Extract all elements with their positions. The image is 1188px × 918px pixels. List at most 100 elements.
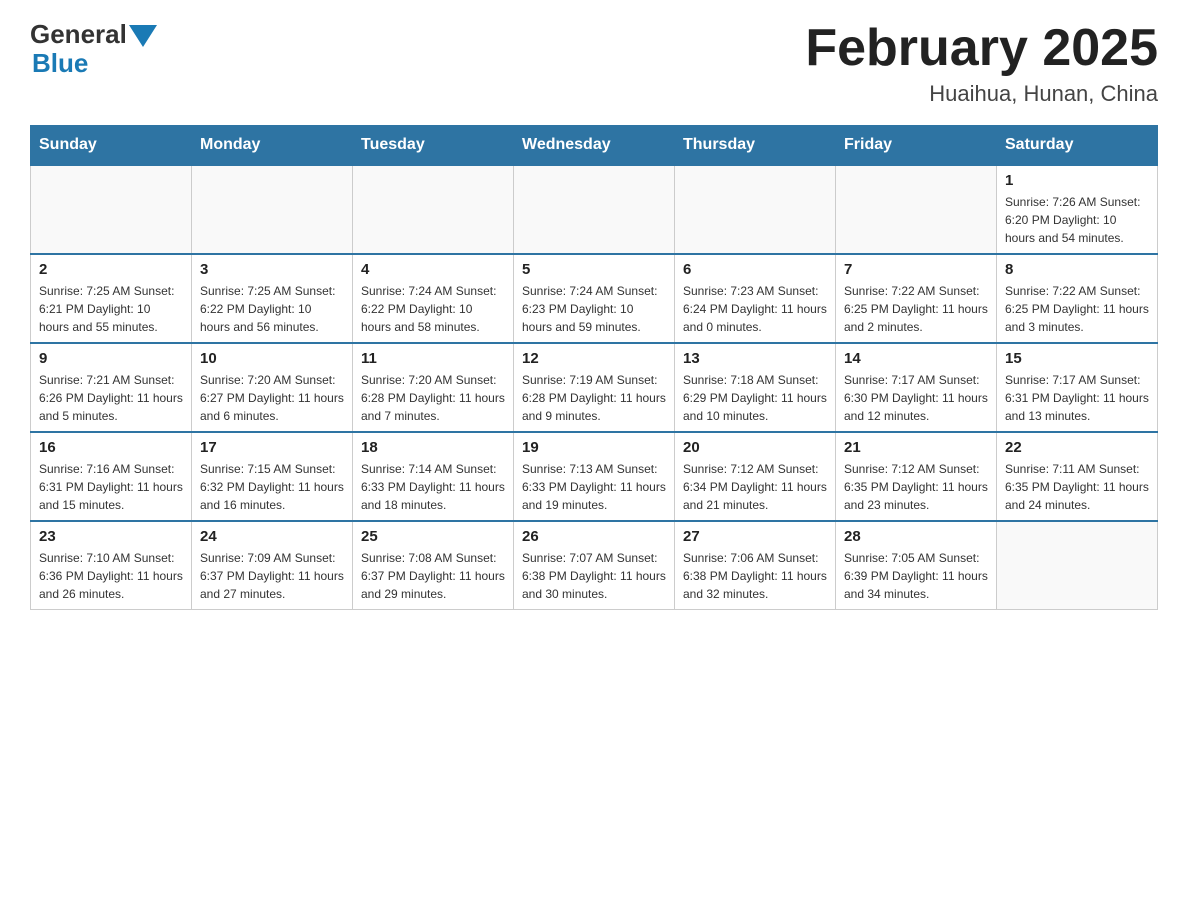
header-thursday: Thursday xyxy=(675,126,836,166)
calendar-cell: 13 Sunrise: 7:18 AM Sunset: 6:29 PM Dayli… xyxy=(675,343,836,432)
calendar-cell: 8Sunrise: 7:22 AM Sunset: 6:25 PM Daylig… xyxy=(997,254,1158,343)
day-number: 7 xyxy=(844,261,988,278)
header-saturday: Saturday xyxy=(997,126,1158,166)
calendar-cell: 24 Sunrise: 7:09 AM Sunset: 6:37 PM Dayli… xyxy=(192,521,353,610)
day-info: Sunrise: 7:24 AM Sunset: 6:23 PM Dayligh… xyxy=(522,282,666,336)
calendar-week-2: 9 Sunrise: 7:21 AM Sunset: 6:26 PM Daylig… xyxy=(31,343,1158,432)
day-number: 4 xyxy=(361,261,505,278)
calendar-cell: 21Sunrise: 7:12 AM Sunset: 6:35 PM Dayli… xyxy=(836,432,997,521)
calendar-cell xyxy=(675,165,836,254)
day-info: Sunrise: 7:08 AM Sunset: 6:37 PM Dayligh… xyxy=(361,549,505,603)
calendar-cell: 16 Sunrise: 7:16 AM Sunset: 6:31 PM Dayli… xyxy=(31,432,192,521)
day-number: 19 xyxy=(522,439,666,456)
calendar-cell: 1 Sunrise: 7:26 AM Sunset: 6:20 PM Daylig… xyxy=(997,165,1158,254)
calendar-cell xyxy=(997,521,1158,610)
header-sunday: Sunday xyxy=(31,126,192,166)
calendar-cell: 10 Sunrise: 7:20 AM Sunset: 6:27 PM Dayli… xyxy=(192,343,353,432)
day-info: Sunrise: 7:20 AM Sunset: 6:28 PM Dayligh… xyxy=(361,371,505,425)
calendar-cell: 14Sunrise: 7:17 AM Sunset: 6:30 PM Dayli… xyxy=(836,343,997,432)
day-info: Sunrise: 7:11 AM Sunset: 6:35 PM Dayligh… xyxy=(1005,460,1149,514)
day-number: 1 xyxy=(1005,172,1149,189)
day-number: 26 xyxy=(522,528,666,545)
calendar-cell: 23 Sunrise: 7:10 AM Sunset: 6:36 PM Dayli… xyxy=(31,521,192,610)
day-info: Sunrise: 7:24 AM Sunset: 6:22 PM Dayligh… xyxy=(361,282,505,336)
calendar-cell: 15 Sunrise: 7:17 AM Sunset: 6:31 PM Dayli… xyxy=(997,343,1158,432)
calendar-cell: 17 Sunrise: 7:15 AM Sunset: 6:32 PM Dayli… xyxy=(192,432,353,521)
day-number: 22 xyxy=(1005,439,1149,456)
calendar-cell: 25 Sunrise: 7:08 AM Sunset: 6:37 PM Dayli… xyxy=(353,521,514,610)
day-number: 28 xyxy=(844,528,988,545)
calendar-cell xyxy=(353,165,514,254)
day-number: 10 xyxy=(200,350,344,367)
calendar-cell: 7Sunrise: 7:22 AM Sunset: 6:25 PM Daylig… xyxy=(836,254,997,343)
day-number: 27 xyxy=(683,528,827,545)
header-friday: Friday xyxy=(836,126,997,166)
calendar-cell xyxy=(514,165,675,254)
calendar-cell: 2Sunrise: 7:25 AM Sunset: 6:21 PM Daylig… xyxy=(31,254,192,343)
logo-combined: General Blue xyxy=(30,20,157,77)
calendar-cell: 9 Sunrise: 7:21 AM Sunset: 6:26 PM Daylig… xyxy=(31,343,192,432)
day-info: Sunrise: 7:14 AM Sunset: 6:33 PM Dayligh… xyxy=(361,460,505,514)
calendar-week-1: 2Sunrise: 7:25 AM Sunset: 6:21 PM Daylig… xyxy=(31,254,1158,343)
day-number: 13 xyxy=(683,350,827,367)
day-info: Sunrise: 7:18 AM Sunset: 6:29 PM Dayligh… xyxy=(683,371,827,425)
calendar-week-0: 1 Sunrise: 7:26 AM Sunset: 6:20 PM Daylig… xyxy=(31,165,1158,254)
day-info: Sunrise: 7:19 AM Sunset: 6:28 PM Dayligh… xyxy=(522,371,666,425)
day-info: Sunrise: 7:13 AM Sunset: 6:33 PM Dayligh… xyxy=(522,460,666,514)
calendar-cell: 19 Sunrise: 7:13 AM Sunset: 6:33 PM Dayli… xyxy=(514,432,675,521)
day-number: 9 xyxy=(39,350,183,367)
logo-general-text: General xyxy=(30,20,127,49)
calendar-week-3: 16 Sunrise: 7:16 AM Sunset: 6:31 PM Dayli… xyxy=(31,432,1158,521)
calendar-subtitle: Huaihua, Hunan, China xyxy=(805,81,1158,107)
day-info: Sunrise: 7:26 AM Sunset: 6:20 PM Dayligh… xyxy=(1005,193,1149,247)
day-info: Sunrise: 7:10 AM Sunset: 6:36 PM Dayligh… xyxy=(39,549,183,603)
day-number: 16 xyxy=(39,439,183,456)
day-info: Sunrise: 7:20 AM Sunset: 6:27 PM Dayligh… xyxy=(200,371,344,425)
page-header: General Blue February 2025 Huaihua, Huna… xyxy=(30,20,1158,107)
calendar-cell: 4 Sunrise: 7:24 AM Sunset: 6:22 PM Daylig… xyxy=(353,254,514,343)
calendar-cell: 20Sunrise: 7:12 AM Sunset: 6:34 PM Dayli… xyxy=(675,432,836,521)
day-number: 17 xyxy=(200,439,344,456)
calendar-table: SundayMondayTuesdayWednesdayThursdayFrid… xyxy=(30,125,1158,610)
logo: General Blue xyxy=(30,20,157,77)
calendar-header-row: SundayMondayTuesdayWednesdayThursdayFrid… xyxy=(31,126,1158,166)
day-number: 20 xyxy=(683,439,827,456)
calendar-cell: 6 Sunrise: 7:23 AM Sunset: 6:24 PM Daylig… xyxy=(675,254,836,343)
day-info: Sunrise: 7:15 AM Sunset: 6:32 PM Dayligh… xyxy=(200,460,344,514)
calendar-title: February 2025 xyxy=(805,20,1158,77)
day-number: 12 xyxy=(522,350,666,367)
day-info: Sunrise: 7:17 AM Sunset: 6:30 PM Dayligh… xyxy=(844,371,988,425)
day-number: 24 xyxy=(200,528,344,545)
day-number: 15 xyxy=(1005,350,1149,367)
calendar-cell xyxy=(31,165,192,254)
logo-blue-text: Blue xyxy=(32,49,157,78)
day-number: 25 xyxy=(361,528,505,545)
calendar-cell xyxy=(192,165,353,254)
day-info: Sunrise: 7:21 AM Sunset: 6:26 PM Dayligh… xyxy=(39,371,183,425)
logo-row1: General xyxy=(30,20,157,49)
day-number: 2 xyxy=(39,261,183,278)
calendar-cell: 18Sunrise: 7:14 AM Sunset: 6:33 PM Dayli… xyxy=(353,432,514,521)
day-info: Sunrise: 7:07 AM Sunset: 6:38 PM Dayligh… xyxy=(522,549,666,603)
day-number: 5 xyxy=(522,261,666,278)
day-info: Sunrise: 7:12 AM Sunset: 6:35 PM Dayligh… xyxy=(844,460,988,514)
calendar-cell: 28 Sunrise: 7:05 AM Sunset: 6:39 PM Dayli… xyxy=(836,521,997,610)
header-tuesday: Tuesday xyxy=(353,126,514,166)
day-info: Sunrise: 7:23 AM Sunset: 6:24 PM Dayligh… xyxy=(683,282,827,336)
day-info: Sunrise: 7:25 AM Sunset: 6:22 PM Dayligh… xyxy=(200,282,344,336)
day-info: Sunrise: 7:06 AM Sunset: 6:38 PM Dayligh… xyxy=(683,549,827,603)
day-info: Sunrise: 7:05 AM Sunset: 6:39 PM Dayligh… xyxy=(844,549,988,603)
calendar-cell xyxy=(836,165,997,254)
day-number: 23 xyxy=(39,528,183,545)
day-number: 6 xyxy=(683,261,827,278)
day-info: Sunrise: 7:17 AM Sunset: 6:31 PM Dayligh… xyxy=(1005,371,1149,425)
header-monday: Monday xyxy=(192,126,353,166)
day-info: Sunrise: 7:16 AM Sunset: 6:31 PM Dayligh… xyxy=(39,460,183,514)
calendar-cell: 26 Sunrise: 7:07 AM Sunset: 6:38 PM Dayli… xyxy=(514,521,675,610)
logo-triangle-icon xyxy=(129,25,157,47)
day-info: Sunrise: 7:09 AM Sunset: 6:37 PM Dayligh… xyxy=(200,549,344,603)
calendar-cell: 12 Sunrise: 7:19 AM Sunset: 6:28 PM Dayli… xyxy=(514,343,675,432)
day-number: 8 xyxy=(1005,261,1149,278)
calendar-cell: 11Sunrise: 7:20 AM Sunset: 6:28 PM Dayli… xyxy=(353,343,514,432)
calendar-cell: 27 Sunrise: 7:06 AM Sunset: 6:38 PM Dayli… xyxy=(675,521,836,610)
